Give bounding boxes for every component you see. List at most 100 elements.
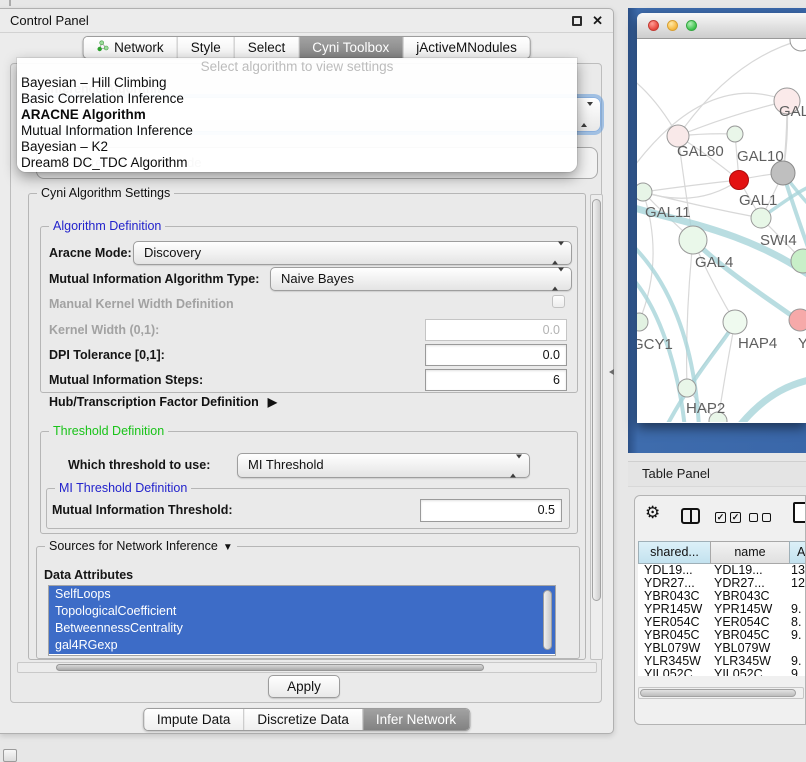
deselect-all-columns-icon[interactable]: [749, 513, 771, 522]
node-label-gcy1: GCY1: [637, 336, 673, 353]
combo-spinner-icon: [552, 246, 564, 261]
tab-cyni-toolbox[interactable]: Cyni Toolbox: [299, 37, 403, 58]
node-partial-top[interactable]: [790, 39, 806, 51]
mi-threshold-field[interactable]: 0.5: [420, 499, 562, 522]
algorithm-option-dream8-dc-tdc-algorithm[interactable]: Dream8 DC_TDC Algorithm: [17, 155, 577, 171]
tab-jactivemnodules[interactable]: jActiveMNodules: [403, 37, 530, 58]
attribute-gal4rgexp[interactable]: gal4RGexp: [49, 637, 555, 654]
bottom-tab-discretize-data[interactable]: Discretize Data: [244, 709, 363, 730]
algorithm-option-basic-correlation-inference[interactable]: Basic Correlation Inference: [17, 91, 577, 107]
table-panel-header: Table Panel: [628, 461, 806, 487]
attribute-betweennesscentrality[interactable]: BetweennessCentrality: [49, 620, 555, 637]
sources-title-text: Sources for Network Inference: [49, 539, 218, 553]
node-gal11[interactable]: [637, 183, 652, 201]
network-view-frame: GALGAL80GAL10GAL1GAL11SWI4GAL4GCY1HAP4YH…: [628, 8, 806, 453]
unchecked-box-icon: [749, 513, 758, 522]
settings-horizontal-scrollbar[interactable]: [17, 662, 597, 673]
network-tab-icon: [96, 37, 109, 58]
attribute-topologicalcoefficient[interactable]: TopologicalCoefficient: [49, 603, 555, 620]
float-window-icon[interactable]: [572, 16, 582, 26]
which-threshold-label: Which threshold to use:: [68, 457, 210, 473]
network-canvas[interactable]: GALGAL80GAL10GAL1GAL11SWI4GAL4GCY1HAP4YH…: [637, 39, 806, 422]
column-header-label: A: [797, 545, 805, 559]
algorithm-option-aracne-algorithm[interactable]: ARACNE Algorithm: [17, 107, 577, 123]
close-traffic-light[interactable]: [648, 20, 659, 31]
node-swi4[interactable]: [791, 249, 806, 273]
algorithm-option-bayesian-k2[interactable]: Bayesian – K2: [17, 139, 577, 155]
column-header-shared[interactable]: shared...: [638, 541, 711, 564]
combo-spinner-icon: [510, 458, 522, 473]
node-gal1[interactable]: [751, 208, 771, 228]
combo-spinner-icon: [552, 272, 564, 287]
node-red-node[interactable]: [730, 171, 749, 190]
docked-panel-icon[interactable]: [3, 749, 17, 762]
kernel-width-field[interactable]: 0.0: [425, 319, 567, 341]
settings-vertical-scrollbar[interactable]: [590, 194, 603, 660]
algorithm-option-mutual-information-inference[interactable]: Mutual Information Inference: [17, 123, 577, 139]
dropdown-item-list: Bayesian – Hill ClimbingBasic Correlatio…: [17, 75, 577, 171]
cyni-bottom-tab-bar: Impute DataDiscretize Data Infer Network: [143, 708, 470, 731]
mi-steps-field[interactable]: 6: [425, 369, 567, 391]
node-gcy1[interactable]: [637, 313, 648, 331]
tab-network[interactable]: Network: [83, 37, 178, 58]
which-threshold-value: MI Threshold: [248, 454, 529, 476]
table-scrollbar-thumb[interactable]: [640, 689, 796, 697]
export-table-icon[interactable]: [793, 502, 806, 523]
dpi-tolerance-field[interactable]: 0.0: [425, 344, 567, 366]
tab-style[interactable]: Style: [178, 37, 235, 58]
column-header-a[interactable]: A: [789, 541, 806, 564]
table-row[interactable]: YIL052CYIL052C9: [638, 668, 806, 676]
cell: 9.: [791, 629, 801, 642]
node-hap4[interactable]: [723, 310, 747, 334]
node-label-gal10: GAL10: [737, 148, 784, 165]
node-gal10[interactable]: [727, 126, 743, 142]
zoom-traffic-light[interactable]: [686, 20, 697, 31]
mi-type-combo[interactable]: Naive Bayes: [270, 267, 572, 291]
select-all-columns-icon[interactable]: ✓ ✓: [715, 512, 741, 523]
network-window: GALGAL80GAL10GAL1GAL11SWI4GAL4GCY1HAP4YH…: [637, 13, 806, 423]
tab-label: Style: [191, 37, 221, 58]
column-header-label: name: [734, 545, 765, 559]
node-label-gal1: GAL1: [739, 192, 777, 209]
algorithm-option-bayesian-hill-climbing[interactable]: Bayesian – Hill Climbing: [17, 75, 577, 91]
which-threshold-combo[interactable]: MI Threshold: [237, 453, 530, 478]
data-attributes-list[interactable]: SelfLoopsTopologicalCoefficientBetweenne…: [48, 585, 556, 656]
node-label-y: Y: [798, 335, 806, 352]
settings-group-title: Cyni Algorithm Settings: [37, 186, 174, 200]
vertical-scrollbar-thumb[interactable]: [592, 199, 601, 601]
apply-button[interactable]: Apply: [268, 675, 340, 698]
node-pink-right[interactable]: [789, 309, 806, 331]
node-gal4[interactable]: [679, 226, 707, 254]
network-window-titlebar: [637, 13, 806, 39]
table-rows: YDL19...YDL19...13YDR27...YDR27...12YBR0…: [638, 564, 806, 676]
node-label-gal80: GAL80: [677, 143, 724, 160]
table-horizontal-scrollbar[interactable]: [638, 687, 804, 699]
hub-definition-expander[interactable]: Hub/Transcription Factor Definition ▶: [49, 395, 277, 409]
checked-box-icon: ✓: [715, 512, 726, 523]
aracne-mode-combo[interactable]: Discovery: [133, 241, 572, 265]
tab-label: jActiveMNodules: [416, 37, 517, 58]
unchecked-box-icon: [762, 513, 771, 522]
column-header-label: shared...: [650, 545, 699, 559]
bottom-tab-infer-network[interactable]: Infer Network: [363, 709, 469, 730]
mi-steps-value: 6: [426, 370, 560, 390]
tab-label: Infer Network: [376, 709, 456, 730]
cell: YIL052C: [644, 668, 693, 676]
manual-kernel-label: Manual Kernel Width Definition: [49, 296, 234, 312]
tab-label: Network: [114, 37, 164, 58]
attribute-selfloops[interactable]: SelfLoops: [49, 586, 555, 603]
dpi-tolerance-label: DPI Tolerance [0,1]:: [49, 347, 165, 363]
bottom-tab-impute-data[interactable]: Impute Data: [144, 709, 245, 730]
panel-resize-handle[interactable]: [609, 369, 614, 375]
horizontal-scrollbar-thumb[interactable]: [56, 664, 484, 671]
tab-select[interactable]: Select: [235, 37, 300, 58]
kernel-width-value: 0.0: [426, 320, 560, 340]
gear-icon[interactable]: ⚙: [645, 503, 660, 523]
node-hap2[interactable]: [678, 379, 696, 397]
close-icon[interactable]: ✕: [592, 12, 603, 30]
column-header-name[interactable]: name: [710, 541, 790, 564]
minimize-traffic-light[interactable]: [667, 20, 678, 31]
manual-kernel-checkbox[interactable]: [552, 295, 565, 308]
column-layout-icon[interactable]: [681, 508, 700, 524]
list-scrollbar-thumb[interactable]: [543, 590, 552, 650]
